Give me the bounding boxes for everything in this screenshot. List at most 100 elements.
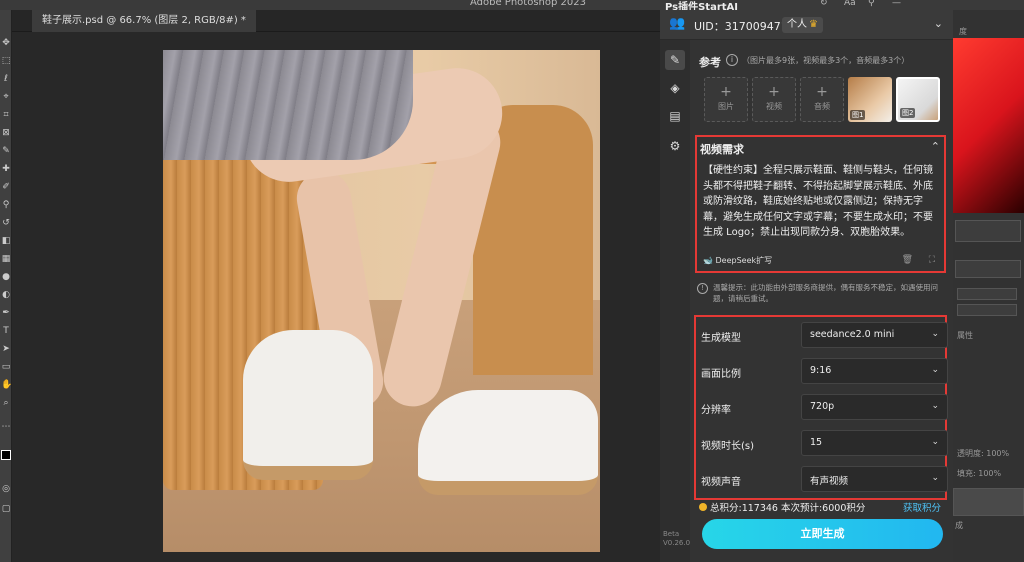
gradient-tool-icon[interactable]: ▦ <box>1 254 11 264</box>
add-audio-slot[interactable]: + 音频 <box>800 77 844 122</box>
reference-thumbnail-2[interactable]: 图2 <box>896 77 940 122</box>
users-icon[interactable]: 👥 <box>669 16 685 31</box>
photoshop-window: Adobe Photoshop 2023 ✥ ⬚ ℓ ⌖ ⌗ ⊠ ✎ ✚ ✐ ⚲… <box>0 0 1024 562</box>
right-panel-label: 度 <box>959 27 967 36</box>
version-label: Beta V0.26.0 <box>663 530 691 547</box>
generate-button[interactable]: 立即生成 <box>702 519 943 549</box>
canvas-image[interactable] <box>163 50 600 552</box>
add-video-slot[interactable]: + 视频 <box>752 77 796 122</box>
refresh-icon[interactable]: ↻ <box>820 0 828 8</box>
quick-mask-icon[interactable]: ◎ <box>1 484 11 494</box>
plugin-title-bar: Ps插件StartAI ↻ Aa ⚲ — <box>660 0 953 13</box>
video-requirement-box: 视频需求 ⌃ 【硬性约束】全程只展示鞋面、鞋侧与鞋头，任何镜头都不得把鞋子翻转、… <box>695 135 946 273</box>
generation-settings-box: 生成模型 seedance2.0 mini ⌄ 画面比例 9:16 ⌄ 分辨率 <box>694 315 948 500</box>
coin-icon <box>699 503 707 511</box>
duration-select[interactable]: 15 ⌄ <box>801 430 948 456</box>
add-image-slot[interactable]: + 图片 <box>704 77 748 122</box>
path-select-icon[interactable]: ➤ <box>1 344 11 354</box>
properties-field[interactable] <box>957 288 1017 300</box>
color-picker-field[interactable] <box>953 38 1024 213</box>
chevron-down-icon[interactable]: ⌄ <box>934 17 943 30</box>
layer-name: 成 <box>955 521 963 530</box>
reference-thumbnail-1[interactable]: 图1 <box>848 77 892 122</box>
select-tool-icon[interactable]: ⌖ <box>1 92 11 102</box>
document-tab[interactable]: 鞋子展示.psd @ 66.7% (图层 2, RGB/8#) * <box>32 10 256 32</box>
app-title: Adobe Photoshop 2023 <box>470 0 586 8</box>
opacity-label: 透明度: 100% <box>957 449 1010 458</box>
photo-skirt <box>163 50 413 160</box>
resolution-select[interactable]: 720p ⌄ <box>801 394 948 420</box>
setting-row-resolution: 分辨率 720p ⌄ <box>699 394 948 422</box>
pin-icon[interactable]: ⚲ <box>868 0 875 8</box>
requirement-footer: 🐋 DeepSeek扩写 🗑 ⛶ <box>703 255 939 269</box>
photo-sneaker-right <box>418 390 598 495</box>
video-requirement-textarea[interactable]: 【硬性约束】全程只展示鞋面、鞋侧与鞋头，任何镜头都不得把鞋子翻转、不得抬起脚掌展… <box>703 163 939 251</box>
screen-mode-icon[interactable]: ▢ <box>1 504 11 514</box>
dodge-tool-icon[interactable]: ◐ <box>1 290 11 300</box>
trash-icon[interactable]: 🗑 <box>902 255 913 265</box>
thumbnail-caption: 图2 <box>900 108 916 118</box>
stamp-tool-icon[interactable]: ⚲ <box>1 200 11 210</box>
brush-tool-icon[interactable]: ✐ <box>1 182 11 192</box>
setting-label: 生成模型 <box>701 333 741 344</box>
audio-select[interactable]: 有声视频 ⌄ <box>801 466 948 492</box>
select-value: seedance2.0 mini <box>810 329 895 340</box>
reference-title: 参考 <box>699 56 721 69</box>
heal-tool-icon[interactable]: ✚ <box>1 164 11 174</box>
edit-icon[interactable]: ✎ <box>665 50 685 70</box>
zoom-tool-icon[interactable]: ⌕ <box>1 398 11 408</box>
slot-label: 图片 <box>718 102 734 111</box>
points-text: 总积分:117346 本次预计:6000积分 <box>710 503 866 514</box>
fill-label: 填充: 100% <box>957 469 1002 478</box>
plugin-side-nav: ✎ ◈ ▤ ⚙ <box>660 40 690 562</box>
chevron-down-icon: ⌄ <box>931 437 939 447</box>
document-tab-bar: 鞋子展示.psd @ 66.7% (图层 2, RGB/8#) * <box>12 10 660 32</box>
get-points-link[interactable]: 获取积分 <box>903 500 941 514</box>
settings-icon[interactable]: ⚙ <box>665 136 685 156</box>
minimize-icon[interactable]: — <box>892 0 901 8</box>
select-value: 720p <box>810 401 835 412</box>
select-value: 15 <box>810 437 823 448</box>
crop-tool-icon[interactable]: ⌗ <box>1 110 11 120</box>
pen-tool-icon[interactable]: ✒ <box>1 308 11 318</box>
clipboard-icon[interactable]: ▤ <box>665 106 685 126</box>
deepseek-expand-button[interactable]: 🐋 DeepSeek扩写 <box>703 255 772 266</box>
model-select[interactable]: seedance2.0 mini ⌄ <box>801 322 948 348</box>
frame-tool-icon[interactable]: ⊠ <box>1 128 11 138</box>
deepseek-label: DeepSeek扩写 <box>715 256 773 265</box>
foreground-color-swatch[interactable] <box>1 450 11 460</box>
chevron-down-icon: ⌄ <box>931 365 939 375</box>
setting-label: 视频时长(s) <box>701 441 755 452</box>
setting-label: 视频声音 <box>701 477 741 488</box>
eyedropper-tool-icon[interactable]: ✎ <box>1 146 11 156</box>
video-requirement-title: 视频需求 <box>700 143 744 156</box>
user-bar: 👥 UID：317009471 个人 ♛ ⌄ <box>660 10 953 40</box>
lasso-tool-icon[interactable]: ℓ <box>1 74 11 84</box>
warning-text: 温馨提示：此功能由外部服务商提供，偶有服务不稳定，如遇使用问题，请稍后重试。 <box>713 283 938 303</box>
info-icon[interactable]: i <box>726 54 738 66</box>
expand-icon[interactable]: ⛶ <box>929 255 935 265</box>
blur-tool-icon[interactable]: ● <box>1 272 11 282</box>
font-icon[interactable]: Aa <box>844 0 856 8</box>
points-bar: 总积分:117346 本次预计:6000积分 获取积分 <box>699 500 949 514</box>
properties-box[interactable] <box>955 220 1021 242</box>
type-tool-icon[interactable]: T <box>1 326 11 336</box>
layers-icon[interactable]: ◈ <box>665 78 685 98</box>
layer-row[interactable] <box>953 488 1024 516</box>
hand-tool-icon[interactable]: ✋ <box>1 380 12 390</box>
chevron-down-icon: ⌄ <box>931 473 939 483</box>
properties-field-2[interactable] <box>957 304 1017 316</box>
setting-row-audio: 视频声音 有声视频 ⌄ <box>699 466 948 494</box>
eraser-tool-icon[interactable]: ◧ <box>1 236 11 246</box>
chevron-up-icon[interactable]: ⌃ <box>931 140 940 153</box>
shape-tool-icon[interactable]: ▭ <box>1 362 11 372</box>
plan-badge[interactable]: 个人 ♛ <box>782 17 823 33</box>
marquee-tool-icon[interactable]: ⬚ <box>1 56 11 66</box>
aspect-ratio-select[interactable]: 9:16 ⌄ <box>801 358 948 384</box>
properties-box-2[interactable] <box>955 260 1021 278</box>
history-brush-icon[interactable]: ↺ <box>1 218 11 228</box>
reference-hint: （图片最多9张，视频最多3个，音频最多3个） <box>742 56 910 65</box>
more-tools-icon[interactable]: ⋯ <box>1 422 11 432</box>
move-tool-icon[interactable]: ✥ <box>1 38 11 48</box>
plus-icon: + <box>768 84 780 100</box>
